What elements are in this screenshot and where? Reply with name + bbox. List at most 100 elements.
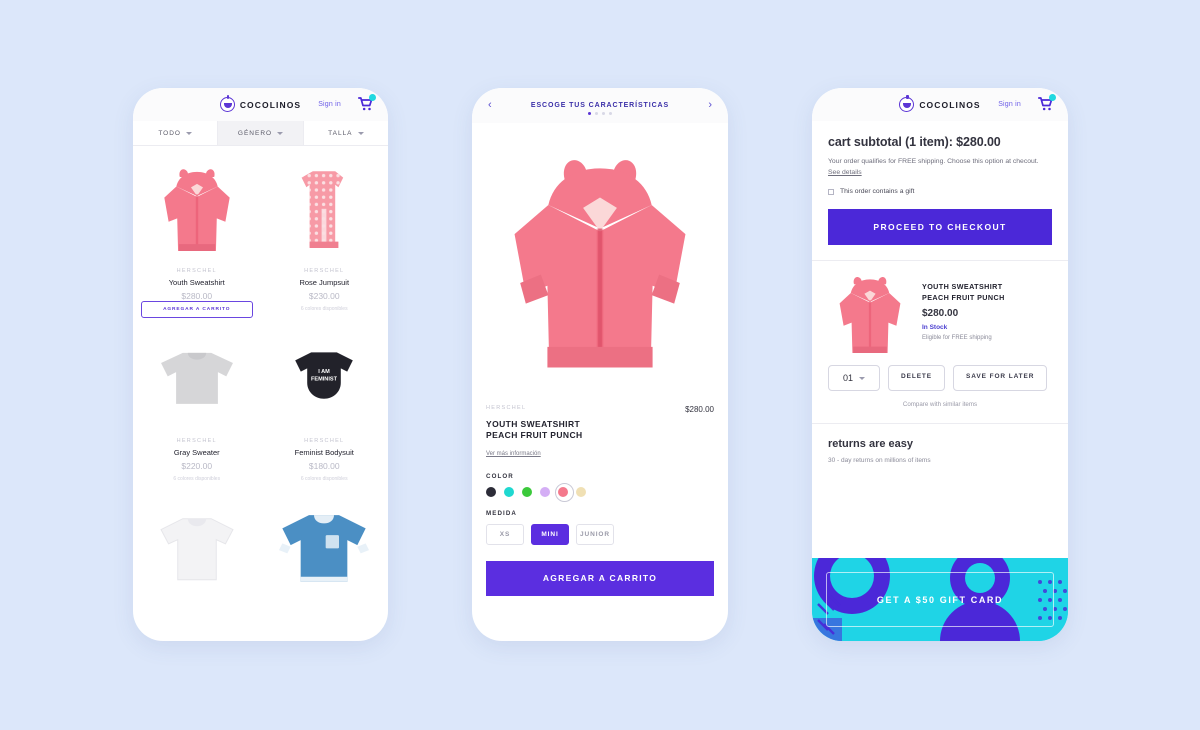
detail-header: ‹ ESCOGE TUS CARACTERÍSTICAS › xyxy=(472,88,728,123)
cart-subtotal: cart subtotal (1 item): $280.00 xyxy=(828,135,1001,149)
chevron-left-icon[interactable]: ‹ xyxy=(488,99,492,111)
product-image-pink-hoodie xyxy=(141,158,253,258)
pager-dot[interactable] xyxy=(595,112,598,115)
brand-logo[interactable]: COCOLINOS xyxy=(219,95,301,112)
add-to-cart-cta[interactable]: AGREGAR A CARRITO xyxy=(486,560,714,596)
returns-title: returns are easy xyxy=(828,438,913,451)
product-brand: HERSCHEL xyxy=(176,268,217,274)
product-name: Youth Sweatshirt xyxy=(168,278,225,287)
product-name: Rose Jumpsuit xyxy=(299,278,350,287)
filter-genero[interactable]: GÉNERO xyxy=(218,121,304,145)
product-brand: HERSCHEL xyxy=(304,438,345,444)
gift-card-banner[interactable]: GET A $50 GIFT CARD xyxy=(812,558,1068,641)
cocolinos-face-logo-icon xyxy=(899,95,915,112)
list-header: COCOLINOS Sign in xyxy=(133,88,388,121)
svg-text:I AM: I AM xyxy=(318,369,330,375)
proceed-to-checkout-button[interactable]: PROCEED TO CHECKOUT xyxy=(828,209,1052,246)
product-card[interactable]: HERSCHEL Rose Jumpsuit $230.00 6 colores… xyxy=(261,152,389,322)
product-card[interactable] xyxy=(133,492,261,608)
cart-summary: cart subtotal (1 item): $280.00 Your ord… xyxy=(812,121,1068,246)
quantity-select[interactable]: 01 xyxy=(828,365,880,392)
product-price: $230.00 xyxy=(308,291,340,301)
chevron-down-icon xyxy=(186,131,192,135)
chevron-right-icon[interactable]: › xyxy=(708,99,712,111)
detail-page-title: ESCOGE TUS CARACTERÍSTICAS xyxy=(530,102,670,109)
detail-brand: HERSCHEL xyxy=(486,405,527,411)
product-price: $280.00 xyxy=(181,291,213,301)
sign-in-link[interactable]: Sign in xyxy=(998,101,1021,108)
filter-talla[interactable]: TALLA xyxy=(303,121,388,145)
size-option-junior[interactable]: JUNIOR xyxy=(576,523,614,545)
size-option-xs[interactable]: XS xyxy=(486,523,524,545)
color-swatch-green[interactable] xyxy=(522,486,532,497)
chevron-down-icon xyxy=(277,131,284,135)
product-grid: AGREGAR A CARRITO HERSCHEL Youth Sweatsh… xyxy=(133,146,388,608)
filter-todo[interactable]: TODO xyxy=(133,121,219,145)
product-color-count: 6 colores disponibles xyxy=(173,476,221,482)
cart-item-name: YOUTH SWEATSHIRT PEACH FRUIT PUNCH xyxy=(922,282,1005,303)
size-option-mini-selected[interactable]: MINI xyxy=(531,523,569,545)
detail-name-line2: PEACH FRUIT PUNCH xyxy=(486,430,583,441)
cart-header: COCOLINOS Sign in xyxy=(812,88,1068,121)
pager-dot[interactable] xyxy=(602,112,605,115)
detail-price: $280.00 xyxy=(685,405,714,414)
add-to-cart-button[interactable]: AGREGAR A CARRITO xyxy=(141,301,253,318)
color-swatch-cream[interactable] xyxy=(576,486,586,497)
cart-count-badge xyxy=(1049,94,1056,101)
color-swatch-lavender[interactable] xyxy=(540,486,550,497)
product-name: Gray Sweater xyxy=(173,448,220,457)
product-image-white-tshirt xyxy=(141,498,253,598)
product-brand: HERSCHEL xyxy=(176,438,217,444)
cart-item-image[interactable] xyxy=(828,274,912,354)
carousel-pager[interactable] xyxy=(588,112,612,115)
color-swatch-teal[interactable] xyxy=(504,486,514,497)
shipping-eligibility: Eligible for FREE shipping xyxy=(922,334,992,341)
delete-button[interactable]: DELETE xyxy=(888,365,946,392)
more-info-link[interactable]: Ver más información xyxy=(486,451,541,457)
product-name: Feminist Bodysuit xyxy=(294,448,354,457)
color-swatch-black[interactable] xyxy=(486,486,496,497)
product-image-blue-longsleeve xyxy=(269,498,381,598)
shipping-note-text: Your order qualifies for FREE shipping. … xyxy=(828,158,1039,165)
cart-item-actions: 01 DELETE SAVE FOR LATER xyxy=(812,352,1068,392)
save-for-later-button[interactable]: SAVE FOR LATER xyxy=(953,365,1048,392)
product-price: $220.00 xyxy=(181,461,213,471)
pager-dot[interactable] xyxy=(609,112,612,115)
compare-similar-items-link[interactable]: Compare with similar items xyxy=(812,401,1068,408)
product-card[interactable]: I AM FEMINIST HERSCHEL Feminist Bodysuit… xyxy=(261,322,389,492)
gift-checkbox[interactable] xyxy=(828,188,834,195)
sign-in-link[interactable]: Sign in xyxy=(318,101,341,108)
product-card[interactable]: HERSCHEL Gray Sweater $220.00 6 colores … xyxy=(133,322,261,492)
chevron-down-icon xyxy=(859,376,865,380)
product-color-count: 6 colores disponibles xyxy=(300,476,348,482)
cart-count-badge xyxy=(369,94,376,101)
shipping-note: Your order qualifies for FREE shipping. … xyxy=(828,157,1052,178)
chevron-down-icon xyxy=(357,131,364,135)
see-details-link[interactable]: See details xyxy=(828,169,862,176)
gift-option-row[interactable]: This order contains a gift xyxy=(828,188,1052,195)
stock-status: In Stock xyxy=(922,323,948,331)
color-section-label: COLOR xyxy=(486,472,514,480)
svg-text:FEMINIST: FEMINIST xyxy=(311,376,338,382)
cart-item-price: $280.00 xyxy=(922,307,959,319)
pager-dot-active[interactable] xyxy=(588,112,591,115)
size-option-group[interactable]: XS MINI JUNIOR xyxy=(486,523,714,545)
phone-shopping-cart: COCOLINOS Sign in cart subtotal (1 item)… xyxy=(812,88,1068,641)
filter-bar: TODO GÉNERO TALLA xyxy=(133,121,388,146)
product-card[interactable] xyxy=(261,492,389,608)
returns-subtitle: 30 - day returns on millions of items xyxy=(828,457,931,465)
cart-item: YOUTH SWEATSHIRT PEACH FRUIT PUNCH $280.… xyxy=(812,261,1068,354)
phone-product-detail: ‹ ESCOGE TUS CARACTERÍSTICAS › HERSCHEL … xyxy=(472,88,728,641)
color-swatch-pink-selected[interactable] xyxy=(554,483,574,503)
product-brand: HERSCHEL xyxy=(304,268,345,274)
gift-checkbox-label: This order contains a gift xyxy=(840,188,915,196)
color-swatch-group[interactable] xyxy=(486,483,714,503)
size-section-label: MEDIDA xyxy=(486,509,518,517)
product-card[interactable]: AGREGAR A CARRITO HERSCHEL Youth Sweatsh… xyxy=(133,152,261,322)
brand-logo[interactable]: COCOLINOS xyxy=(899,95,980,112)
detail-info: HERSCHEL $280.00 YOUTH SWEATSHIRT PEACH … xyxy=(472,395,728,545)
phone-product-list: COCOLINOS Sign in TODO GÉNERO TALLA AGRE… xyxy=(133,88,388,641)
gift-card-label: GET A $50 GIFT CARD xyxy=(876,594,1004,605)
product-image-gray-sweater xyxy=(141,328,253,428)
returns-section: returns are easy 30 - day returns on mil… xyxy=(812,424,1068,464)
